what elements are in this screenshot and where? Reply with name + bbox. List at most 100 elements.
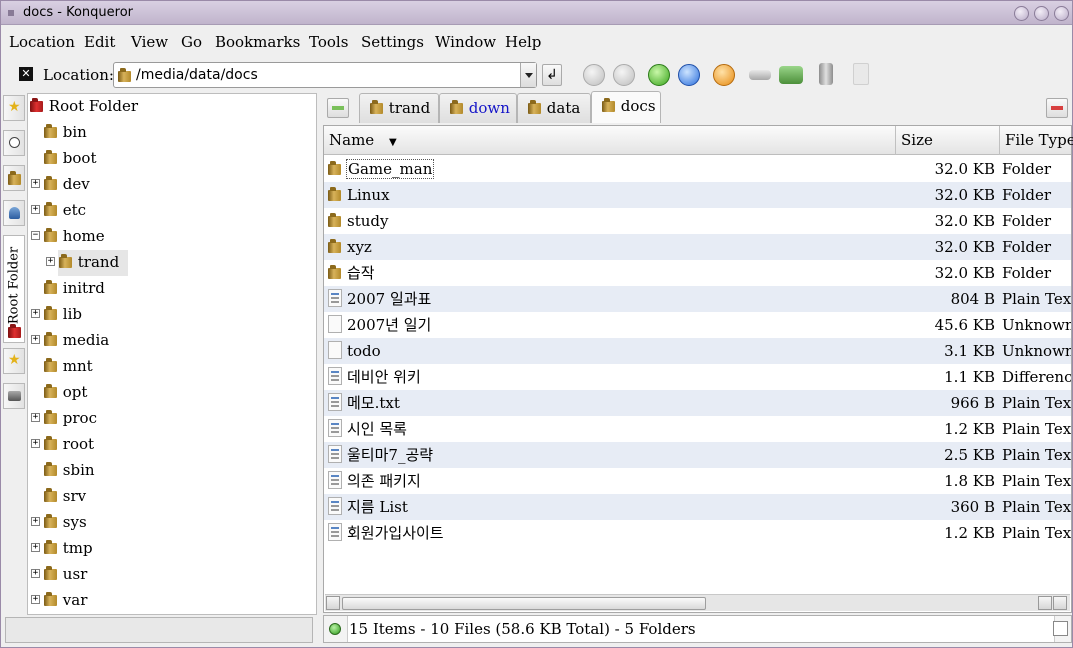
link-view-checkbox[interactable] bbox=[1053, 621, 1068, 636]
file-row[interactable]: 2007년 일기 45.6 KB Unknown bbox=[324, 312, 1071, 338]
menu-edit[interactable]: Edit bbox=[84, 33, 115, 51]
expand-icon[interactable]: + bbox=[31, 309, 40, 318]
folder-row[interactable]: xyz 32.0 KB Folder bbox=[324, 234, 1071, 260]
up-icon[interactable] bbox=[648, 64, 670, 86]
expand-icon[interactable]: + bbox=[31, 179, 40, 188]
tree-item-root[interactable]: Root Folder bbox=[30, 94, 138, 120]
services-tab[interactable]: ★ bbox=[3, 348, 25, 374]
folder-row[interactable]: study 32.0 KB Folder bbox=[324, 208, 1071, 234]
column-name[interactable]: Name ▼ bbox=[324, 126, 896, 155]
tree-item-media[interactable]: media bbox=[44, 328, 109, 354]
tab-down[interactable]: down bbox=[439, 93, 517, 123]
expand-icon[interactable]: + bbox=[31, 205, 40, 214]
tree-item-var[interactable]: var bbox=[44, 588, 87, 614]
file-row[interactable]: 시인 목록 1.2 KB Plain Text bbox=[324, 416, 1071, 442]
folder-row[interactable]: Linux 32.0 KB Folder bbox=[324, 182, 1071, 208]
folder-tree[interactable]: Root Folder bin boot + dev + etc − home … bbox=[27, 93, 317, 615]
tree-item-srv[interactable]: srv bbox=[44, 484, 86, 510]
menu-go[interactable]: Go bbox=[181, 33, 202, 51]
menu-tools[interactable]: Tools bbox=[309, 33, 348, 51]
title-bar[interactable]: docs - Konqueror bbox=[1, 1, 1072, 25]
location-input[interactable]: /media/data/docs bbox=[113, 62, 537, 88]
tree-item-mnt[interactable]: mnt bbox=[44, 354, 93, 380]
tree-item-trand[interactable]: trand bbox=[58, 250, 128, 276]
home-icon[interactable] bbox=[678, 64, 700, 86]
scroll-left-end-icon[interactable] bbox=[1038, 596, 1052, 610]
expand-icon[interactable]: + bbox=[31, 543, 40, 552]
menu-view[interactable]: View bbox=[131, 33, 168, 51]
network-tab[interactable] bbox=[3, 200, 25, 226]
menu-location[interactable]: Location bbox=[9, 33, 75, 51]
tree-item-root-dir[interactable]: root bbox=[44, 432, 94, 458]
folder-row[interactable]: 습작 32.0 KB Folder bbox=[324, 260, 1071, 286]
stop-icon[interactable] bbox=[853, 63, 869, 85]
tab-data[interactable]: data bbox=[517, 93, 591, 123]
file-row[interactable]: todo 3.1 KB Unknown bbox=[324, 338, 1071, 364]
media-tab[interactable] bbox=[3, 383, 25, 409]
file-list[interactable]: Name ▼ Size File Type Game_man 32.0 KB Fol… bbox=[323, 125, 1073, 613]
tree-item-sys[interactable]: sys bbox=[44, 510, 87, 536]
folder-row[interactable]: Game_man 32.0 KB Folder bbox=[324, 156, 1071, 182]
expand-icon[interactable]: + bbox=[31, 439, 40, 448]
file-row[interactable]: 의존 패키지 1.8 KB Plain Text bbox=[324, 468, 1071, 494]
konqueror-window: docs - Konqueror Location Edit View Go B… bbox=[0, 0, 1073, 648]
file-row[interactable]: 울티마7_공략 2.5 KB Plain Text bbox=[324, 442, 1071, 468]
horizontal-scrollbar[interactable] bbox=[325, 594, 1070, 611]
tree-item-sbin[interactable]: sbin bbox=[44, 458, 95, 484]
tab-trand[interactable]: trand bbox=[359, 93, 439, 123]
scroll-left-icon[interactable] bbox=[326, 596, 340, 610]
tree-item-dev[interactable]: dev bbox=[44, 172, 90, 198]
expand-icon[interactable]: + bbox=[31, 335, 40, 344]
tree-item-etc[interactable]: etc bbox=[44, 198, 86, 224]
back-icon[interactable] bbox=[583, 64, 605, 86]
root-folder-tab[interactable]: Root Folder bbox=[3, 235, 25, 343]
maximize-icon[interactable] bbox=[1034, 6, 1049, 21]
file-row[interactable]: 2007 일과표 804 B Plain Text bbox=[324, 286, 1071, 312]
tree-item-opt[interactable]: opt bbox=[44, 380, 87, 406]
file-row[interactable]: 메모.txt 966 B Plain Text bbox=[324, 390, 1071, 416]
expand-icon[interactable]: + bbox=[31, 569, 40, 578]
scroll-right-icon[interactable] bbox=[1053, 596, 1067, 610]
expand-icon[interactable]: + bbox=[31, 595, 40, 604]
bookmarks-tab[interactable]: ★ bbox=[3, 95, 25, 121]
file-name-cell: 2007년 일기 bbox=[324, 312, 896, 338]
new-tab-button[interactable] bbox=[327, 98, 349, 118]
menu-bookmarks[interactable]: Bookmarks bbox=[215, 33, 300, 51]
close-icon[interactable] bbox=[1054, 6, 1069, 21]
menu-settings[interactable]: Settings bbox=[361, 33, 424, 51]
column-size[interactable]: Size bbox=[896, 126, 1000, 155]
collapse-icon[interactable]: − bbox=[31, 231, 40, 240]
tree-item-usr[interactable]: usr bbox=[44, 562, 87, 588]
close-tab-button[interactable] bbox=[1046, 98, 1068, 118]
column-file-type[interactable]: File Type bbox=[1000, 126, 1073, 155]
tree-item-lib[interactable]: lib bbox=[44, 302, 82, 328]
tab-docs[interactable]: docs bbox=[591, 91, 661, 123]
expand-icon[interactable]: + bbox=[46, 257, 55, 266]
file-row[interactable]: 지름 List 360 B Plain Text bbox=[324, 494, 1071, 520]
file-row[interactable]: 회원가입사이트 1.2 KB Plain Text bbox=[324, 520, 1071, 546]
expand-icon[interactable]: + bbox=[31, 413, 40, 422]
menu-help[interactable]: Help bbox=[505, 33, 541, 51]
reload-icon[interactable] bbox=[713, 64, 735, 86]
tree-item-boot[interactable]: boot bbox=[44, 146, 96, 172]
tree-item-tmp[interactable]: tmp bbox=[44, 536, 93, 562]
minimize-icon[interactable] bbox=[1014, 6, 1029, 21]
paste-icon[interactable] bbox=[779, 66, 803, 84]
tree-item-home[interactable]: home bbox=[44, 224, 105, 250]
forward-icon[interactable] bbox=[613, 64, 635, 86]
window-menu-icon[interactable] bbox=[8, 10, 14, 16]
file-row[interactable]: 데비안 위키 1.1 KB Difference bbox=[324, 364, 1071, 390]
location-history-dropdown[interactable] bbox=[520, 63, 536, 87]
clear-location-icon[interactable]: ✕ bbox=[19, 67, 33, 81]
tree-item-proc[interactable]: proc bbox=[44, 406, 97, 432]
tree-item-bin[interactable]: bin bbox=[44, 120, 87, 146]
expand-icon[interactable]: + bbox=[31, 517, 40, 526]
go-enter-button[interactable]: ↲ bbox=[542, 64, 562, 86]
history-tab[interactable] bbox=[3, 130, 25, 156]
scrollbar-thumb[interactable] bbox=[342, 597, 706, 610]
tree-item-initrd[interactable]: initrd bbox=[44, 276, 105, 302]
home-folder-tab[interactable] bbox=[3, 165, 25, 191]
trash-icon[interactable] bbox=[819, 63, 833, 85]
menu-window[interactable]: Window bbox=[435, 33, 496, 51]
copy-icon[interactable] bbox=[749, 70, 771, 80]
